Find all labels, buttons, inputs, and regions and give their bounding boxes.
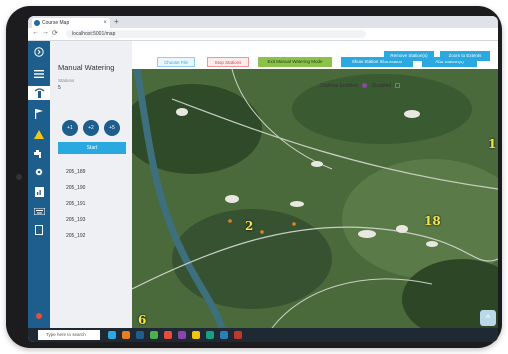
tap-icon[interactable] (31, 147, 47, 161)
app-icon[interactable] (206, 331, 214, 339)
taskbar: Type here to search (28, 328, 498, 342)
legend-disabled-label: Disabled (371, 83, 392, 89)
menu-icon[interactable] (31, 67, 47, 81)
back-icon[interactable]: ← (32, 29, 39, 36)
manual-watering-panel: Manual Watering Stations 5 +1 +2 +5 Star… (50, 41, 132, 328)
app-icon[interactable] (220, 331, 228, 339)
store-icon[interactable] (150, 331, 158, 339)
gear-icon[interactable] (31, 165, 47, 179)
power-icon[interactable] (31, 309, 47, 323)
report-icon[interactable] (31, 185, 47, 199)
chrome-icon[interactable] (164, 331, 172, 339)
warning-icon[interactable] (31, 127, 47, 141)
add-2-button[interactable]: +2 (83, 120, 99, 136)
hole-label: 18 (424, 214, 441, 228)
panel-subtitle: Stations (58, 78, 75, 83)
url-field[interactable]: localhost:5001/map (66, 30, 366, 38)
address-bar: ← → ⟳ localhost:5001/map (28, 28, 498, 41)
station-legend: Stations Enabled Disabled (320, 83, 401, 89)
reload-icon[interactable]: ⟳ (52, 29, 58, 37)
enabled-dot-icon (362, 83, 368, 89)
tab-strip: Course Map × + (28, 16, 498, 28)
exit-manual-watering-button[interactable]: Exit Manual Watering Mode (258, 57, 332, 67)
taskbar-search[interactable]: Type here to search (38, 330, 100, 340)
panel-title: Manual Watering (58, 63, 115, 72)
map-imagery (132, 69, 498, 328)
add-5-button[interactable]: +5 (104, 120, 120, 136)
folder-icon[interactable] (122, 331, 130, 339)
chevron-right-icon[interactable] (31, 45, 47, 59)
start-button[interactable]: Start (58, 142, 126, 154)
add-1-button[interactable]: +1 (62, 120, 78, 136)
list-item[interactable]: 205_189 (66, 169, 85, 175)
choose-file-button[interactable]: Choose File (157, 57, 195, 67)
tab-title: Course Map (42, 20, 70, 26)
new-tab-button[interactable]: + (114, 17, 119, 26)
favicon-icon (34, 20, 40, 26)
zoom-to-extents-button[interactable]: Zoom to Extents (440, 51, 490, 61)
left-rail (28, 41, 50, 328)
task-view-icon[interactable] (108, 331, 116, 339)
browser-tab[interactable]: Course Map × (32, 18, 110, 28)
list-item[interactable]: 205_192 (66, 233, 85, 239)
screen: Course Map × + ← → ⟳ localhost:5001/map (28, 16, 498, 342)
sprinkler-icon[interactable] (28, 86, 50, 100)
camera-dot (16, 174, 22, 180)
app-icon[interactable] (234, 331, 242, 339)
mail-icon[interactable] (192, 331, 200, 339)
hole-label: 2 (245, 219, 254, 233)
document-icon[interactable] (31, 223, 47, 237)
app-icon[interactable] (178, 331, 186, 339)
forward-icon[interactable]: → (42, 29, 49, 36)
keyboard-icon[interactable] (31, 204, 47, 218)
remove-stations-button[interactable]: Remove Station(s) (384, 51, 434, 61)
list-item[interactable]: 205_191 (66, 201, 85, 207)
legend-enabled-label: Stations Enabled (320, 83, 358, 89)
edge-icon[interactable] (136, 331, 144, 339)
scroll-to-top-button[interactable]: ^ (480, 310, 496, 326)
hole-label: 1 (488, 137, 497, 151)
list-item[interactable]: 205_190 (66, 185, 85, 191)
course-map[interactable]: 2 18 6 1 (132, 69, 498, 328)
disabled-mark-icon (395, 83, 401, 89)
station-count: 5 (58, 85, 61, 91)
stop-stations-button[interactable]: Stop Stations (207, 57, 249, 67)
list-item[interactable]: 205_193 (66, 217, 85, 223)
flag-icon[interactable] (31, 107, 47, 121)
hole-label: 6 (138, 313, 147, 327)
close-icon[interactable]: × (103, 18, 107, 28)
